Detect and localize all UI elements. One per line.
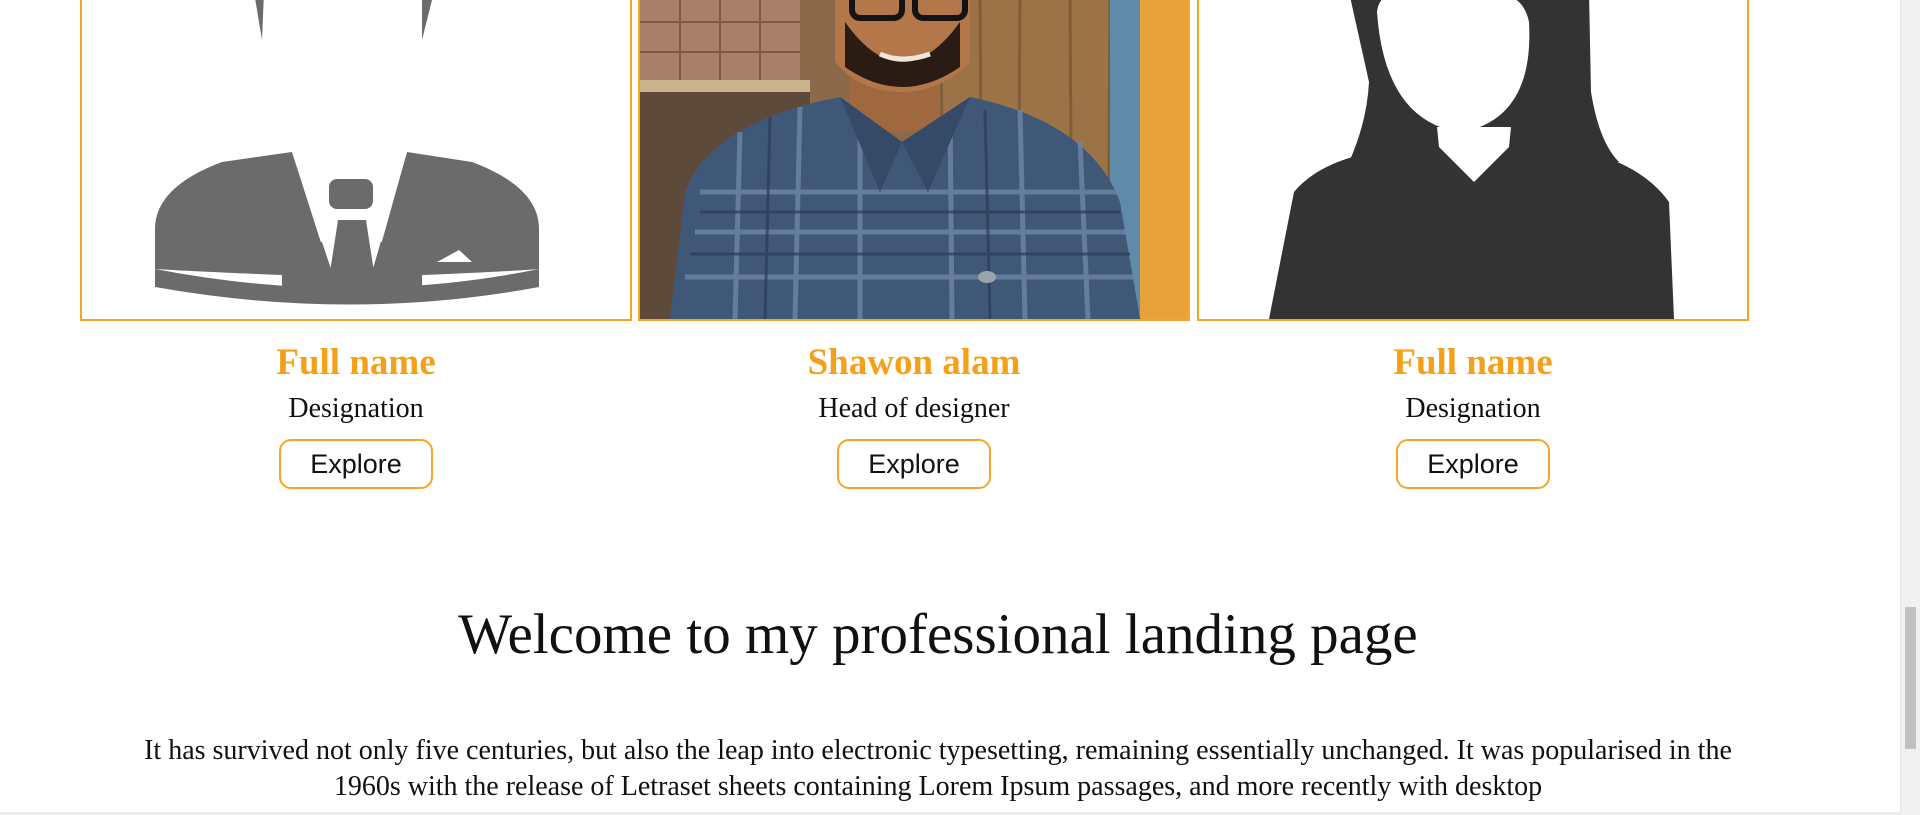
explore-button[interactable]: Explore <box>1396 439 1550 489</box>
team-card: Full name Designation Explore <box>80 0 632 489</box>
vertical-scrollbar[interactable] <box>1900 0 1920 815</box>
team-card: Full name Designation Explore <box>1197 0 1749 489</box>
welcome-heading: Welcome to my professional landing page <box>458 603 1418 666</box>
team-photo-frame <box>638 0 1190 321</box>
member-designation: Designation <box>1405 393 1541 424</box>
team-card: Shawon alam Head of designer Explore <box>638 0 1190 489</box>
page: Full name Designation Explore Shawon ala… <box>0 0 1920 815</box>
explore-button[interactable]: Explore <box>837 439 991 489</box>
welcome-paragraph: It has survived not only five centuries,… <box>144 735 1732 802</box>
member-name: Full name <box>1393 342 1553 383</box>
male-avatar-icon <box>82 0 630 319</box>
team-photo-frame <box>1197 0 1749 321</box>
member-name: Full name <box>276 342 436 383</box>
scrollbar-thumb[interactable] <box>1905 607 1916 749</box>
member-name: Shawon alam <box>807 342 1021 383</box>
main-viewport: Full name Designation Explore Shawon ala… <box>0 0 1900 815</box>
person-photo <box>640 0 1188 319</box>
explore-button[interactable]: Explore <box>279 439 433 489</box>
member-designation: Designation <box>288 393 424 424</box>
female-avatar-icon <box>1199 0 1747 319</box>
member-designation: Head of designer <box>818 393 1010 424</box>
team-photo-frame <box>80 0 632 321</box>
